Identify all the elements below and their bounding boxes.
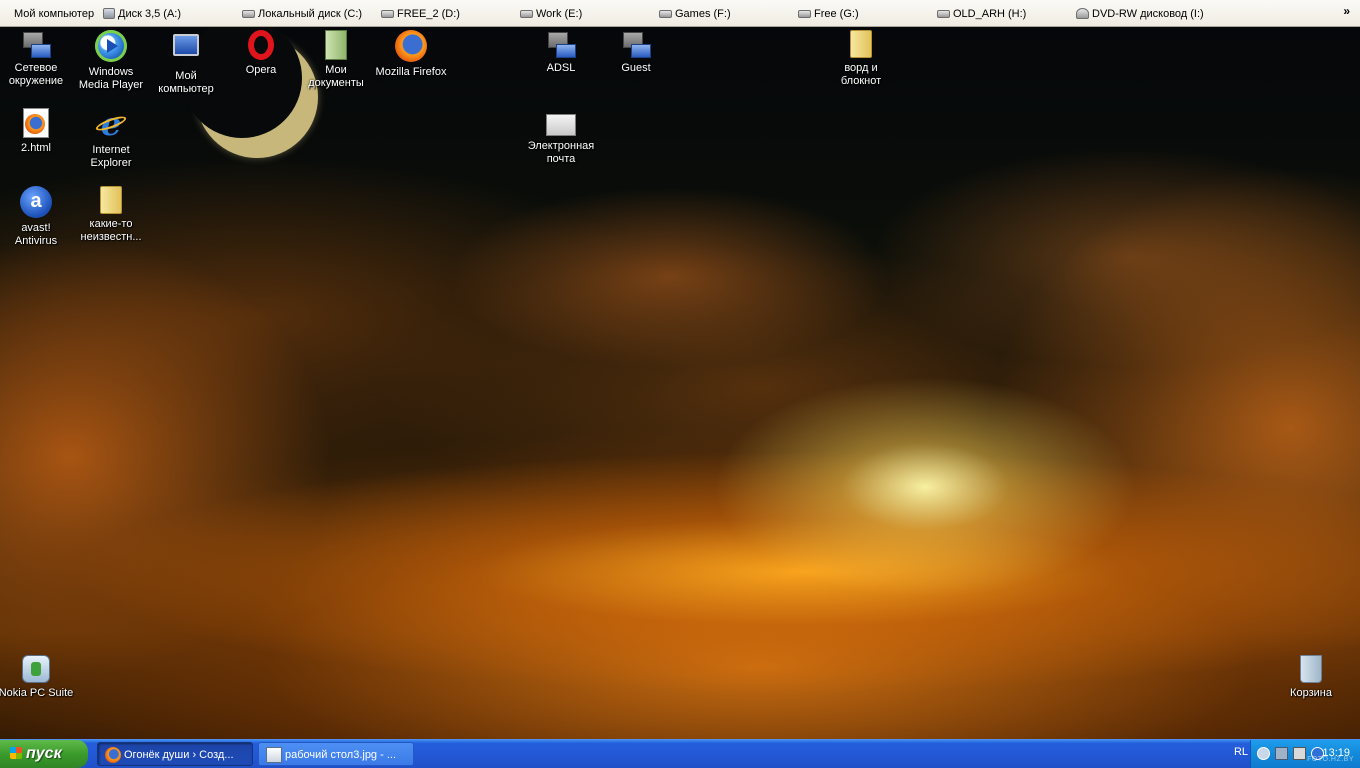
taskbar-button-firefox[interactable]: Огонёк души › Созд...: [97, 742, 253, 766]
desktop-icon-network-places[interactable]: Сетевое окружение: [0, 30, 74, 88]
hard-drive-icon: [381, 10, 394, 18]
desktop-icon-word-notepad-folder[interactable]: ворд и блокнот: [823, 30, 899, 88]
floppy-drive-icon: [103, 8, 115, 19]
recycle-bin-icon: [1300, 655, 1322, 683]
drive-label: Локальный диск (C:): [258, 8, 363, 20]
drive-item-e[interactable]: Work (E:): [520, 6, 582, 22]
avast-icon: a: [20, 186, 52, 218]
drive-label: Диск 3,5 (A:): [118, 8, 182, 20]
icon-label: Мой компьютер: [158, 70, 214, 95]
icon-label: Nokia PC Suite: [0, 687, 74, 699]
image-file-icon: [266, 747, 282, 763]
hard-drive-icon: [937, 10, 950, 18]
icon-label: Корзина: [1290, 687, 1332, 699]
drive-toolbar: Мой компьютер Диск 3,5 (A:) Локальный ди…: [0, 0, 1360, 27]
task-label: рабочий стол3.jpg - ...: [285, 749, 396, 761]
windows-flag-icon: [10, 747, 22, 759]
taskbar-button-image-viewer[interactable]: рабочий стол3.jpg - ...: [258, 742, 414, 766]
firefox-icon: [395, 30, 427, 62]
hard-drive-icon: [659, 10, 672, 18]
tray-collapse-icon[interactable]: [1257, 747, 1270, 760]
icon-label: Сетевое окружение: [8, 62, 64, 87]
icon-label: 2.html: [21, 142, 51, 154]
drive-label: FREE_2 (D:): [397, 8, 460, 20]
desktop-icon-my-documents[interactable]: Мои документы: [298, 30, 374, 90]
icon-label: ворд и блокнот: [840, 62, 882, 87]
drive-label: Мой компьютер: [14, 8, 95, 20]
network-connection-icon: [621, 30, 651, 58]
system-tray: 13:19 FOTO.HZ.BY: [1250, 740, 1360, 768]
internet-explorer-icon: e: [95, 108, 127, 140]
my-documents-icon: [325, 30, 347, 60]
icon-label: Guest: [621, 62, 651, 74]
email-icon: [546, 114, 576, 136]
network-connection-icon: [546, 30, 576, 58]
network-tray-icon[interactable]: [1275, 747, 1288, 760]
drive-item-c[interactable]: Локальный диск (C:): [242, 6, 362, 22]
hard-drive-icon: [242, 10, 255, 18]
icon-label: Электронная почта: [527, 140, 595, 165]
drive-item-my-computer[interactable]: Мой компьютер: [14, 6, 94, 22]
hard-drive-icon: [520, 10, 533, 18]
desktop-icon-email[interactable]: Электронная почта: [523, 108, 599, 166]
media-player-icon: [95, 30, 127, 62]
taskbar: пуск Огонёк души › Созд... рабочий стол3…: [0, 739, 1360, 768]
desktop-wallpaper: [0, 27, 1360, 739]
network-places-icon: [21, 30, 51, 58]
desktop-icon-adsl[interactable]: ADSL: [523, 30, 599, 75]
icon-label: avast! Antivirus: [14, 222, 58, 247]
task-label: Огонёк души › Созд...: [124, 749, 234, 761]
icon-label: Opera: [245, 64, 277, 76]
desktop-icon-internet-explorer[interactable]: e Internet Explorer: [73, 108, 149, 170]
desktop-icon-2-html[interactable]: 2.html: [0, 108, 74, 155]
icon-label: Mozilla Firefox: [375, 66, 447, 78]
my-computer-icon: [170, 34, 202, 66]
icon-label: Windows Media Player: [78, 66, 144, 91]
drive-item-d[interactable]: FREE_2 (D:): [381, 6, 460, 22]
dvd-drive-icon: [1076, 8, 1089, 19]
drive-item-f[interactable]: Games (F:): [659, 6, 731, 22]
desktop-icon-mozilla-firefox[interactable]: Mozilla Firefox: [373, 30, 449, 79]
desktop-icon-opera[interactable]: Opera: [223, 30, 299, 77]
drive-item-h[interactable]: OLD_ARH (H:): [937, 6, 1026, 22]
nokia-pc-suite-icon: [22, 655, 50, 683]
html-file-icon: [23, 108, 49, 138]
drive-label: Free (G:): [814, 8, 859, 20]
desktop-icon-guest[interactable]: Guest: [598, 30, 674, 75]
desktop-icon-recycle-bin[interactable]: Корзина: [1273, 655, 1349, 700]
icon-label: какие-то неизвестн...: [80, 218, 142, 243]
desktop-icon-avast[interactable]: a avast! Antivirus: [0, 186, 74, 248]
firefox-icon: [105, 747, 121, 763]
drive-label: DVD-RW дисковод (I:): [1092, 8, 1204, 20]
drive-item-a[interactable]: Диск 3,5 (A:): [103, 6, 181, 22]
opera-icon: [248, 30, 274, 60]
drive-label: OLD_ARH (H:): [953, 8, 1027, 20]
speaker-tray-icon[interactable]: [1293, 747, 1306, 760]
folder-icon: [100, 186, 122, 214]
desktop-icon-windows-media-player[interactable]: Windows Media Player: [73, 30, 149, 92]
desktop-icon-nokia-pc-suite[interactable]: Nokia PC Suite: [0, 655, 74, 700]
start-button[interactable]: пуск: [0, 740, 88, 768]
desktop-icon-unknown-folder[interactable]: какие-то неизвестн...: [73, 186, 149, 244]
icon-label: Мои документы: [308, 64, 364, 89]
watermark: FOTO.HZ.BY: [1307, 756, 1354, 763]
icon-label: Internet Explorer: [90, 144, 132, 169]
drive-item-i[interactable]: DVD-RW дисковод (I:): [1076, 6, 1204, 22]
drive-label: Games (F:): [675, 8, 731, 20]
desktop-icon-my-computer[interactable]: Мой компьютер: [148, 30, 224, 96]
drive-item-g[interactable]: Free (G:): [798, 6, 859, 22]
icon-label: ADSL: [546, 62, 576, 74]
toolbar-overflow-button[interactable]: »: [1343, 4, 1350, 18]
hard-drive-icon: [798, 10, 811, 18]
drive-label: Work (E:): [536, 8, 583, 20]
language-indicator[interactable]: RL: [1234, 746, 1248, 758]
start-label: пуск: [26, 745, 62, 762]
folder-icon: [850, 30, 872, 58]
